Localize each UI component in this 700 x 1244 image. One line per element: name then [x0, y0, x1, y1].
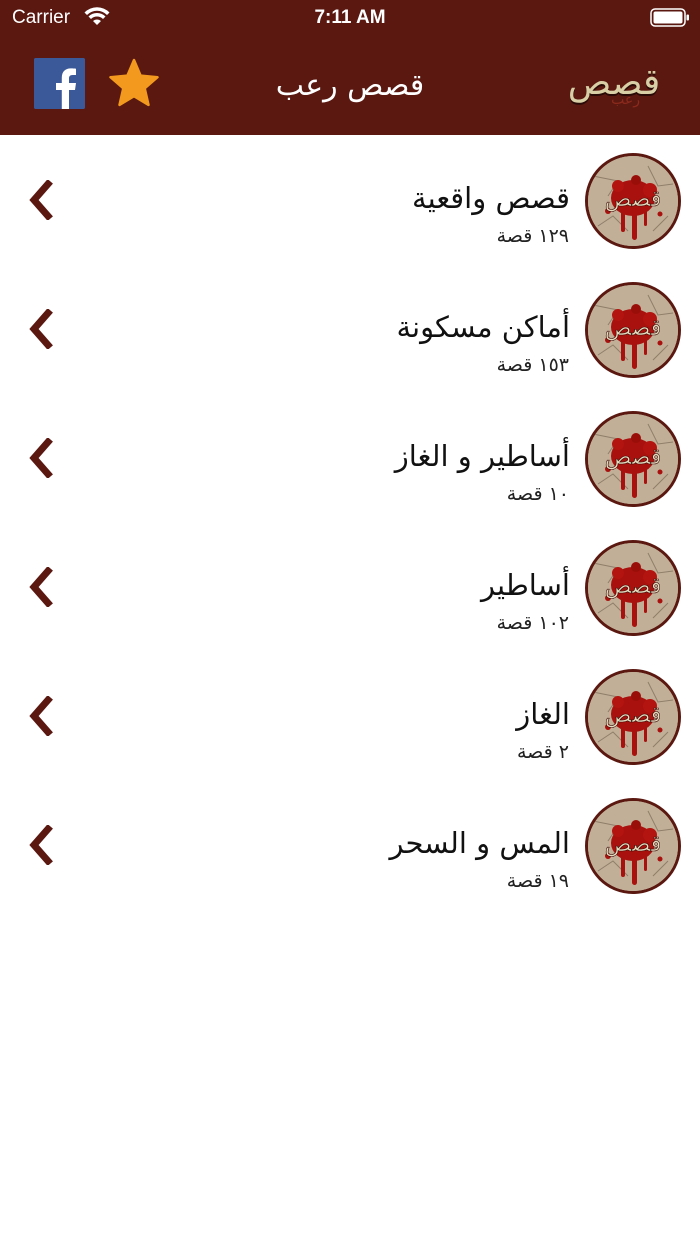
chevron-left-icon	[26, 180, 56, 220]
category-title: أماكن مسكونة	[396, 310, 570, 344]
category-row-4[interactable]: أساطير ١٠٢ قصة قصص	[0, 522, 700, 651]
blood-splatter-thumbnail-icon: قصص	[588, 285, 678, 375]
battery-icon	[650, 8, 690, 27]
chevron-left-icon	[26, 567, 56, 607]
thumbnail-label: قصص	[605, 445, 662, 470]
category-thumbnail: قصص	[585, 411, 681, 507]
thumbnail-label: قصص	[605, 832, 662, 857]
header: Carrier 7:11 AM قصص رعب قصص رعب	[0, 0, 700, 135]
blood-splatter-thumbnail-icon: قصص	[588, 543, 678, 633]
category-thumbnail: قصص	[585, 153, 681, 249]
blood-splatter-thumbnail-icon: قصص	[588, 672, 678, 762]
star-icon	[109, 58, 159, 107]
category-title: الغاز	[516, 697, 570, 731]
facebook-icon	[34, 58, 85, 109]
thumbnail-label: قصص	[605, 316, 662, 341]
blood-splatter-thumbnail-icon: قصص	[588, 156, 678, 246]
chevron-left-icon	[26, 696, 56, 736]
category-list: قصص واقعية ١٢٩ قصة قصص أماكن مسكونة ١٥٣ …	[0, 135, 700, 909]
status-time: 7:11 AM	[314, 7, 386, 28]
category-row-3[interactable]: أساطير و الغاز ١٠ قصة قصص	[0, 393, 700, 522]
thumbnail-label: قصص	[605, 187, 662, 212]
category-thumbnail: قصص	[585, 282, 681, 378]
category-thumbnail: قصص	[585, 540, 681, 636]
rate-star-button[interactable]	[107, 57, 161, 111]
chevron-left-icon	[26, 438, 56, 478]
category-story-count: ١٥٣ قصة	[496, 354, 569, 376]
category-story-count: ١٩ قصة	[506, 870, 569, 892]
blood-splatter-thumbnail-icon: قصص	[588, 414, 678, 504]
chevron-left-icon	[26, 825, 56, 865]
app-screen: Carrier 7:11 AM قصص رعب قصص رعب قصص واقع…	[0, 0, 700, 1244]
category-story-count: ٢ قصة	[516, 741, 569, 763]
thumbnail-label: قصص	[605, 574, 662, 599]
category-row-2[interactable]: أماكن مسكونة ١٥٣ قصة قصص	[0, 264, 700, 393]
category-story-count: ١٠ قصة	[506, 483, 569, 505]
category-title: أساطير	[480, 568, 570, 602]
category-title: المس و السحر	[389, 826, 570, 860]
facebook-button[interactable]	[34, 58, 85, 109]
status-bar: Carrier 7:11 AM	[0, 0, 700, 36]
blood-splatter-thumbnail-icon: قصص	[588, 801, 678, 891]
category-row-5[interactable]: الغاز ٢ قصة قصص	[0, 651, 700, 780]
app-logo-subtext: رعب	[611, 92, 640, 108]
category-title: أساطير و الغاز	[394, 439, 570, 473]
category-story-count: ١٠٢ قصة	[496, 612, 569, 634]
thumbnail-label: قصص	[605, 703, 662, 728]
chevron-left-icon	[26, 309, 56, 349]
category-story-count: ١٢٩ قصة	[496, 225, 569, 247]
category-row-1[interactable]: قصص واقعية ١٢٩ قصة قصص	[0, 135, 700, 264]
category-thumbnail: قصص	[585, 669, 681, 765]
category-row-6[interactable]: المس و السحر ١٩ قصة قصص	[0, 780, 700, 909]
page-title: قصص رعب	[275, 68, 425, 103]
category-thumbnail: قصص	[585, 798, 681, 894]
category-title: قصص واقعية	[412, 181, 570, 215]
